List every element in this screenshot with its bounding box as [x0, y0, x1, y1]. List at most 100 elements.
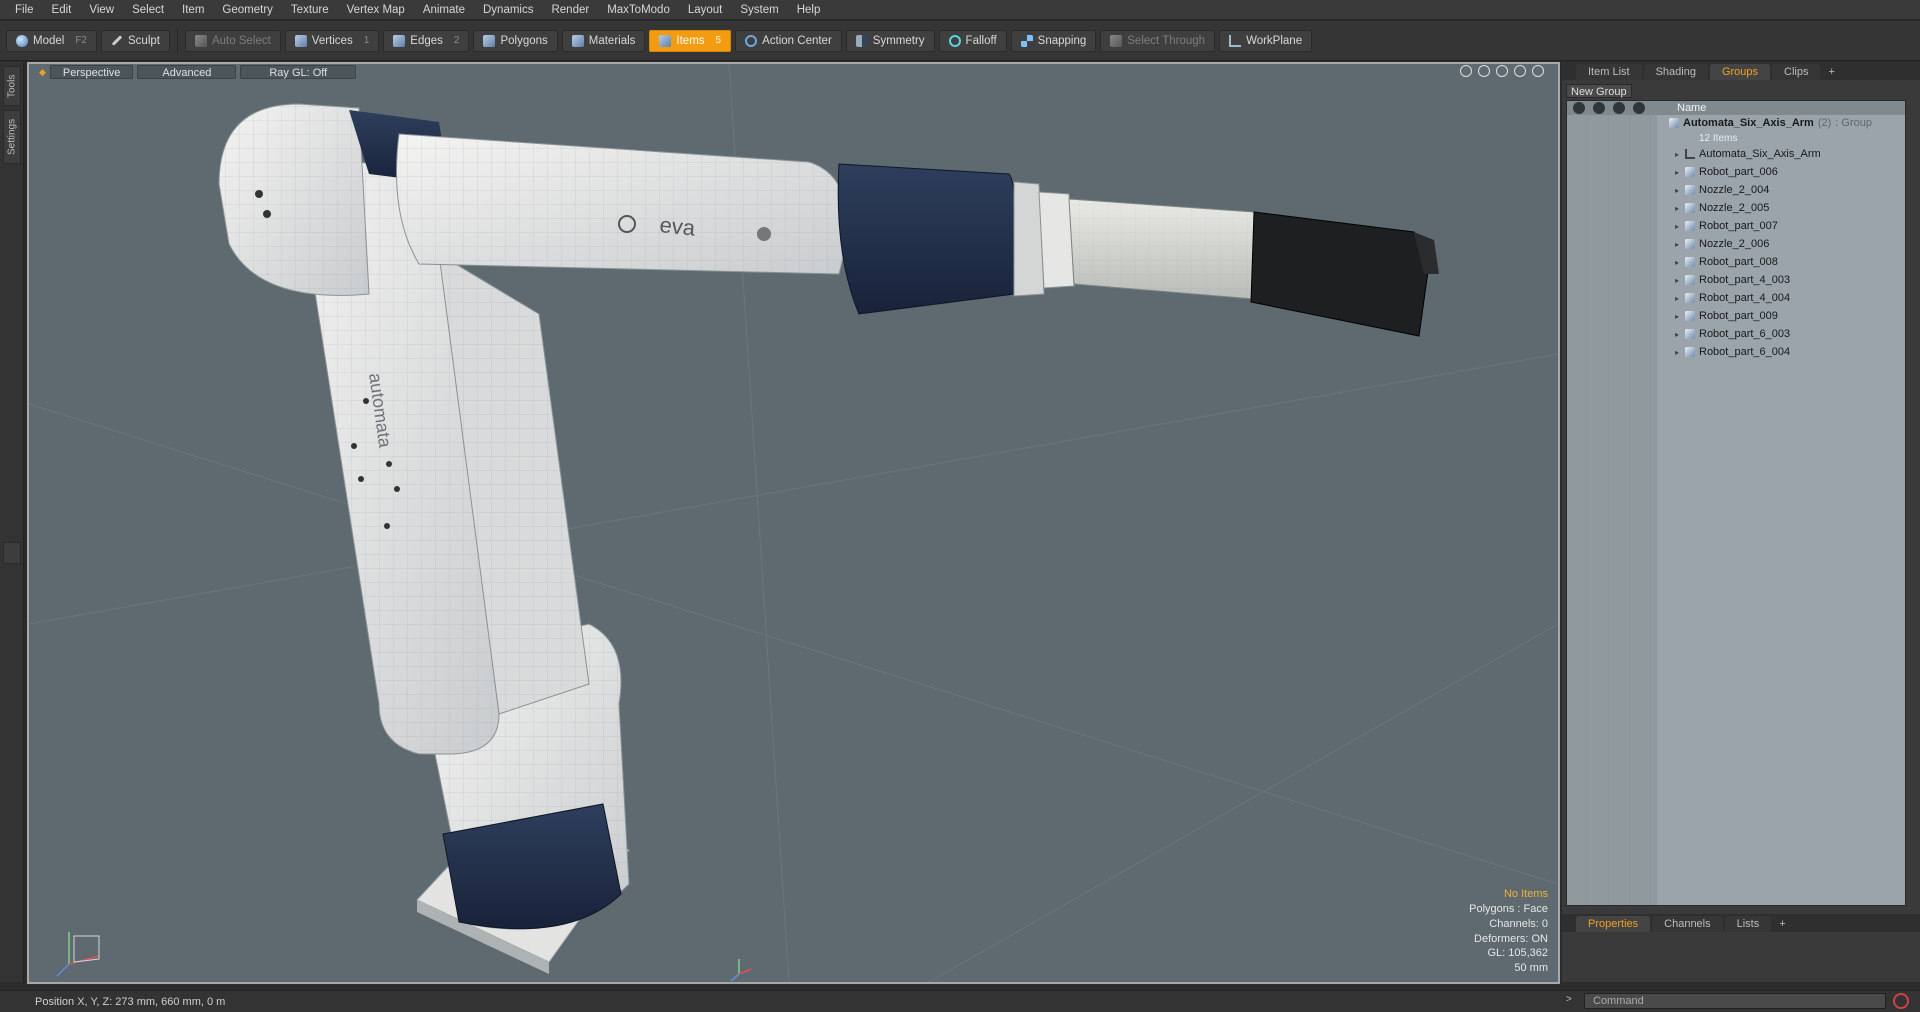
list-item[interactable]: ▸ Robot_part_009	[1567, 307, 1905, 325]
name-column-header[interactable]: Name	[1677, 102, 1706, 114]
menu-item[interactable]: Item	[173, 0, 213, 20]
viewport-menu-icon[interactable]: ◆	[39, 67, 46, 78]
list-item[interactable]: ▸ Robot_part_007	[1567, 217, 1905, 235]
tab-clips[interactable]: Clips	[1772, 64, 1821, 80]
list-item[interactable]: ▸ Automata_Six_Axis_Arm	[1567, 145, 1905, 163]
list-item[interactable]: ▸ Nozzle_2_006	[1567, 235, 1905, 253]
polygons-button[interactable]: Polygons	[473, 29, 558, 52]
add-properties-tab-button[interactable]: +	[1773, 916, 1791, 932]
left-strip-toggle[interactable]	[3, 542, 21, 564]
menu-view[interactable]: View	[80, 0, 123, 20]
view-mode-button[interactable]: Perspective	[49, 65, 134, 79]
visibility-eye-icon[interactable]	[1573, 102, 1585, 114]
position-readout: Position X, Y, Z: 273 mm, 660 mm, 0 m	[35, 995, 226, 1008]
select-through-button[interactable]: Select Through	[1100, 29, 1216, 52]
expand-icon[interactable]: ▸	[1675, 348, 1685, 357]
pan-icon[interactable]	[1460, 65, 1472, 77]
items-shortcut: 5	[715, 35, 722, 46]
group-icon	[1669, 118, 1679, 128]
menu-edit[interactable]: Edit	[43, 0, 81, 20]
list-item[interactable]: ▸ Robot_part_4_003	[1567, 271, 1905, 289]
menu-animate[interactable]: Animate	[414, 0, 474, 20]
menu-layout[interactable]: Layout	[679, 0, 732, 20]
render-icon[interactable]	[1593, 102, 1605, 114]
new-group-button[interactable]: New Group	[1566, 84, 1632, 98]
list-item[interactable]: ▸ Nozzle_2_004	[1567, 181, 1905, 199]
menu-system[interactable]: System	[731, 0, 787, 20]
rotate-icon[interactable]	[1478, 65, 1490, 77]
command-execute-icon[interactable]	[1893, 993, 1909, 1009]
viewport-settings-icon[interactable]	[1532, 65, 1544, 77]
item-label: Robot_part_008	[1699, 256, 1778, 268]
list-item[interactable]: ▸ Robot_part_008	[1567, 253, 1905, 271]
menu-maxtomodo[interactable]: MaxToModo	[598, 0, 679, 20]
model-mode-button[interactable]: Model F2	[6, 29, 97, 52]
add-tab-button[interactable]: +	[1822, 64, 1840, 80]
list-item[interactable]: ▸ Robot_part_4_004	[1567, 289, 1905, 307]
expand-icon[interactable]: ▸	[1675, 186, 1685, 195]
expand-icon[interactable]: ▸	[1675, 312, 1685, 321]
mesh-icon	[1685, 329, 1695, 339]
model-sphere-icon	[16, 34, 28, 47]
group-row[interactable]: Automata_Six_Axis_Arm (2) : Group	[1567, 115, 1905, 131]
symmetry-label: Symmetry	[872, 34, 925, 47]
menu-file[interactable]: File	[6, 0, 43, 20]
command-history-icon[interactable]: >	[1566, 994, 1572, 1005]
menu-vertex-map[interactable]: Vertex Map	[338, 0, 414, 20]
tab-properties[interactable]: Properties	[1576, 916, 1651, 932]
right-panel-tabs: Item List Shading Groups Clips +	[1562, 62, 1920, 80]
expand-icon[interactable]: ▸	[1675, 330, 1685, 339]
menu-render[interactable]: Render	[542, 0, 598, 20]
expand-icon[interactable]: ▸	[1675, 168, 1685, 177]
tab-settings[interactable]: Settings	[3, 110, 21, 164]
menu-select[interactable]: Select	[123, 0, 173, 20]
sculpt-mode-button[interactable]: Sculpt	[101, 29, 170, 52]
vertices-button[interactable]: Vertices 1	[284, 29, 380, 52]
maximize-icon[interactable]	[1514, 65, 1526, 77]
tab-groups[interactable]: Groups	[1709, 64, 1771, 80]
symmetry-button[interactable]: Symmetry	[845, 29, 935, 52]
auto-select-button[interactable]: Auto Select	[184, 29, 281, 52]
expand-icon[interactable]: ▸	[1675, 204, 1685, 213]
action-center-button[interactable]: Action Center	[735, 29, 842, 52]
menu-geometry[interactable]: Geometry	[213, 0, 282, 20]
zoom-icon[interactable]	[1496, 65, 1508, 77]
snapping-button[interactable]: Snapping	[1010, 29, 1097, 52]
tab-item-list[interactable]: Item List	[1576, 64, 1642, 80]
select-icon[interactable]	[1633, 102, 1645, 114]
expand-icon[interactable]: ▸	[1675, 276, 1685, 285]
lock-icon[interactable]	[1613, 102, 1625, 114]
group-items-count: 12 Items	[1699, 132, 1738, 144]
group-items-count-row: 12 Items	[1567, 131, 1905, 145]
materials-label: Materials	[588, 34, 636, 47]
items-button[interactable]: Items 5	[649, 29, 732, 52]
menu-help[interactable]: Help	[788, 0, 830, 20]
expand-icon[interactable]: ▸	[1675, 150, 1685, 159]
edges-button[interactable]: Edges 2	[383, 29, 470, 52]
snapping-icon	[1020, 34, 1033, 47]
expand-icon[interactable]: ▸	[1675, 294, 1685, 303]
robot-forearm	[1068, 198, 1255, 300]
expand-icon[interactable]: ▸	[1675, 240, 1685, 249]
list-item[interactable]: ▸ Robot_part_6_004	[1567, 343, 1905, 361]
tab-tools[interactable]: Tools	[3, 66, 21, 106]
expand-icon[interactable]: ▸	[1675, 222, 1685, 231]
tab-shading[interactable]: Shading	[1643, 64, 1708, 80]
materials-button[interactable]: Materials	[561, 29, 646, 52]
shading-mode-button[interactable]: Advanced	[137, 65, 237, 79]
workplane-button[interactable]: WorkPlane	[1219, 29, 1313, 52]
tab-channels[interactable]: Channels	[1652, 916, 1723, 932]
expand-icon[interactable]: ▸	[1675, 258, 1685, 267]
menu-texture[interactable]: Texture	[282, 0, 338, 20]
item-label: Nozzle_2_004	[1699, 184, 1770, 196]
list-item[interactable]: ▸ Robot_part_6_003	[1567, 325, 1905, 343]
command-input[interactable]: Command	[1584, 993, 1886, 1009]
menu-dynamics[interactable]: Dynamics	[474, 0, 542, 20]
tab-lists[interactable]: Lists	[1724, 916, 1772, 932]
falloff-button[interactable]: Falloff	[938, 29, 1007, 52]
3d-viewport[interactable]: ◆ Perspective Advanced Ray GL: Off autom…	[27, 62, 1560, 984]
list-item[interactable]: ▸ Robot_part_006	[1567, 163, 1905, 181]
raygl-button[interactable]: Ray GL: Off	[240, 65, 357, 79]
list-item[interactable]: ▸ Nozzle_2_005	[1567, 199, 1905, 217]
vertices-icon	[294, 34, 307, 47]
